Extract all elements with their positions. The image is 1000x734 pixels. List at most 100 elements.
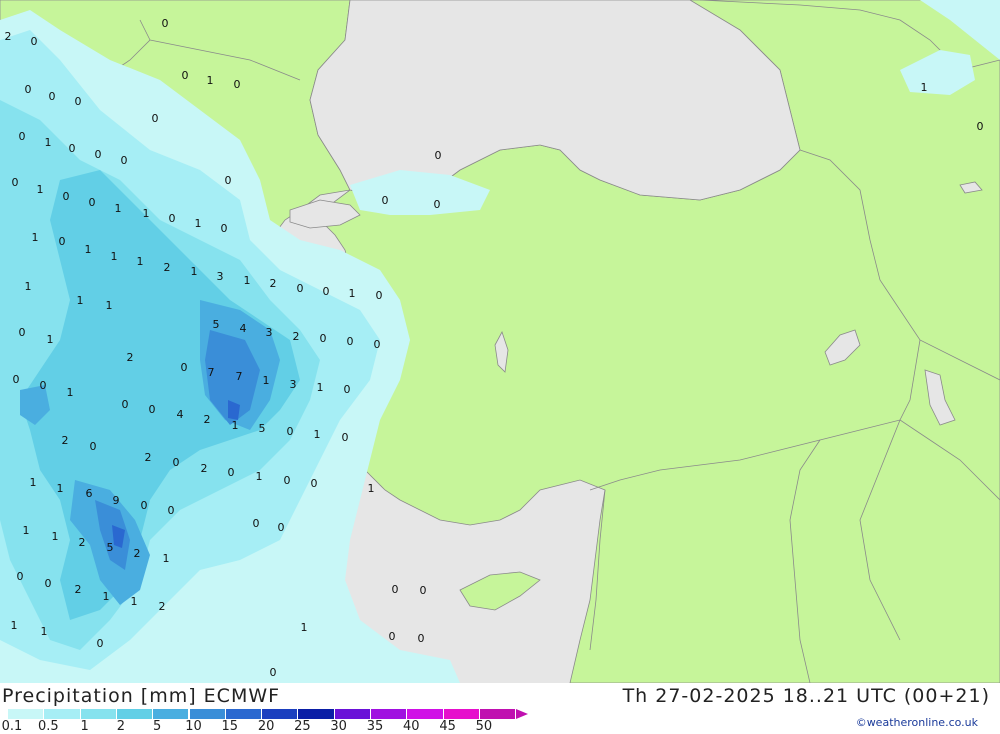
precip-value-label: 0	[347, 335, 354, 348]
legend-swatch	[298, 709, 335, 719]
precip-value-label: 1	[263, 374, 270, 387]
precip-value-label: 0	[376, 289, 383, 302]
precip-value-label: 1	[256, 470, 263, 483]
legend-swatch	[371, 709, 408, 719]
legend-swatch	[443, 709, 480, 719]
legend-swatch	[8, 709, 45, 719]
precip-value-label: 1	[30, 476, 37, 489]
precip-value-label: 0	[434, 198, 441, 211]
precip-value-label: 4	[177, 408, 184, 421]
color-legend: 0.1 0.5 1 2 5 10 15 20 25 30 35 40 45 50	[2, 709, 528, 734]
precip-value-label: 0	[389, 630, 396, 643]
precip-value-label: 1	[349, 287, 356, 300]
legend-swatch	[80, 709, 117, 719]
precip-value-label: 6	[86, 487, 93, 500]
precip-value-label: 0	[311, 477, 318, 490]
precip-value-label: 0	[392, 583, 399, 596]
precip-value-label: 3	[217, 270, 224, 283]
legend-tick-label: 20	[257, 719, 275, 734]
precip-value-label: 0	[17, 570, 24, 583]
precip-value-label: 1	[317, 381, 324, 394]
precip-value-label: 5	[259, 422, 266, 435]
precip-value-label: 1	[41, 625, 48, 638]
legend-tick-label: 5	[153, 719, 162, 734]
precip-value-label: 2	[201, 462, 208, 475]
precip-value-label: 2	[5, 30, 12, 43]
precip-value-label: 0	[168, 504, 175, 517]
precip-value-label: 0	[75, 95, 82, 108]
precip-value-label: 2	[134, 547, 141, 560]
precip-value-label: 0	[12, 176, 19, 189]
precip-value-label: 0	[59, 235, 66, 248]
precip-value-label: 1	[103, 590, 110, 603]
precip-value-label: 3	[290, 378, 297, 391]
precip-value-label: 0	[45, 577, 52, 590]
precip-value-label: 1	[921, 81, 928, 94]
precip-value-label: 1	[163, 552, 170, 565]
precip-value-label: 0	[63, 190, 70, 203]
precip-value-label: 0	[19, 326, 26, 339]
precip-value-label: 7	[208, 366, 215, 379]
precip-value-label: 0	[97, 637, 104, 650]
precip-value-label: 0	[374, 338, 381, 351]
precip-value-label: 2	[204, 413, 211, 426]
legend-tick-label: 30	[330, 719, 347, 734]
precip-value-label: 2	[270, 277, 277, 290]
precip-value-label: 0	[977, 120, 984, 133]
legend-swatch	[116, 709, 154, 719]
precip-value-label: 5	[107, 541, 114, 554]
precip-value-label: 1	[23, 524, 30, 537]
precip-value-label: 0	[253, 517, 260, 530]
credit-text[interactable]: ©weatheronline.co.uk	[856, 716, 978, 729]
precip-value-label: 2	[293, 330, 300, 343]
precip-value-label: 0	[342, 431, 349, 444]
precip-value-label: 1	[37, 183, 44, 196]
legend-tick-label: 45	[439, 719, 456, 734]
precip-value-label: 0	[40, 379, 47, 392]
precip-value-label: 0	[152, 112, 159, 125]
precip-value-label: 0	[89, 196, 96, 209]
precip-value-label: 0	[228, 466, 235, 479]
precip-value-label: 0	[382, 194, 389, 207]
precip-value-label: 2	[75, 583, 82, 596]
footer-bar: Precipitation [mm] ECMWF Th 27-02-2025 1…	[0, 683, 1000, 734]
precip-value-label: 2	[62, 434, 69, 447]
precip-value-label: 1	[244, 274, 251, 287]
precip-value-label: 0	[278, 521, 285, 534]
precip-value-label: 0	[297, 282, 304, 295]
precip-value-label: 1	[67, 386, 74, 399]
precip-value-label: 1	[207, 74, 214, 87]
legend-swatch	[153, 709, 190, 719]
precip-value-label: 0	[19, 130, 26, 143]
precip-value-label: 0	[173, 456, 180, 469]
precip-value-label: 1	[77, 294, 84, 307]
legend-tick-label: 15	[221, 719, 239, 734]
precip-value-label: 0	[49, 90, 56, 103]
precip-value-label: 1	[57, 482, 64, 495]
legend-tick-label: 1	[80, 719, 89, 734]
precip-value-label: 0	[162, 17, 169, 30]
precip-value-label: 1	[131, 595, 138, 608]
precipitation-map: 2 0 0 0 0 0 0 1 0 0 0 1 0 0 0 0 0 1 0 0 1 1 0 1 0 1 0 1 1 1 2 1 3 1 2 0 0 1 0 1…	[0, 0, 1000, 683]
precip-value-label: 1	[25, 280, 32, 293]
legend-swatch	[44, 709, 81, 719]
legend-swatch	[189, 709, 226, 719]
legend-tick-label: 0.5	[37, 719, 59, 734]
precip-value-label: 3	[266, 326, 273, 339]
precip-value-label: 1	[52, 530, 59, 543]
precip-value-label: 1	[232, 419, 239, 432]
legend-arrow-tip	[516, 709, 528, 719]
precip-value-label: 0	[25, 83, 32, 96]
precip-value-label: 0	[69, 142, 76, 155]
precip-value-label: 0	[323, 285, 330, 298]
precip-value-label: 9	[113, 494, 120, 507]
precip-value-label: 0	[169, 212, 176, 225]
precip-value-label: 0	[234, 78, 241, 91]
legend-swatch	[407, 709, 444, 719]
precip-value-label: 0	[418, 632, 425, 645]
precip-value-label: 1	[32, 231, 39, 244]
precip-value-label: 0	[284, 474, 291, 487]
precip-value-label: 1	[11, 619, 18, 632]
precip-value-label: 0	[435, 149, 442, 162]
precip-value-label: 1	[314, 428, 321, 441]
